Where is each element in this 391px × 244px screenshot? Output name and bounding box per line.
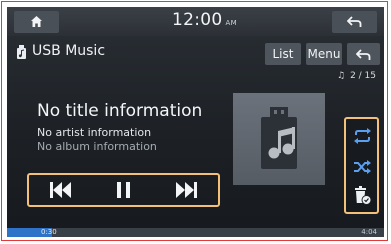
status-back-button[interactable] xyxy=(332,11,377,33)
playback-controls xyxy=(27,173,220,207)
menu-button[interactable]: Menu xyxy=(306,43,342,65)
shuffle-icon xyxy=(354,160,371,174)
elapsed-time: 0:30 xyxy=(41,228,57,236)
shuffle-button[interactable] xyxy=(352,157,373,177)
side-controls xyxy=(344,117,379,214)
status-bar: 12:00 AM xyxy=(7,7,384,36)
home-button[interactable] xyxy=(14,11,59,33)
clock: 12:00 AM xyxy=(172,10,237,30)
home-icon xyxy=(31,16,42,27)
progress-track[interactable] xyxy=(7,228,384,237)
total-time: 4:04 xyxy=(361,228,377,236)
music-note-icon: ♫ xyxy=(336,71,346,81)
back-button[interactable] xyxy=(347,43,380,65)
skip-next-icon xyxy=(176,182,197,198)
delete-button[interactable] xyxy=(352,186,373,206)
skip-previous-icon xyxy=(50,182,71,198)
previous-button[interactable] xyxy=(41,177,81,203)
screen-frame: 12:00 AM USB Music List Menu ♫ 2 / 15 No… xyxy=(1,1,388,241)
track-index: 2 / 15 xyxy=(350,71,376,81)
pause-icon xyxy=(117,182,130,198)
usb-music-icon xyxy=(17,45,26,59)
source-title: USB Music xyxy=(32,43,106,59)
clock-time: 12:00 xyxy=(172,10,223,30)
pause-button[interactable] xyxy=(103,177,143,203)
next-button[interactable] xyxy=(166,177,206,203)
repeat-icon xyxy=(354,128,371,144)
artist-name: No artist information xyxy=(37,126,152,139)
list-button[interactable]: List xyxy=(265,43,301,65)
track-counter: ♫ 2 / 15 xyxy=(337,71,376,81)
back-arrow-icon xyxy=(347,16,362,27)
usb-music-note-icon xyxy=(261,107,297,169)
clock-ampm: AM xyxy=(225,19,237,27)
album-art xyxy=(233,93,325,185)
album-name: No album information xyxy=(37,140,157,153)
song-title: No title information xyxy=(37,101,203,121)
back-arrow-icon xyxy=(356,49,371,60)
repeat-button[interactable] xyxy=(352,126,373,146)
source-header: USB Music List Menu xyxy=(7,40,384,65)
delete-file-icon xyxy=(355,186,372,205)
media-screen: 12:00 AM USB Music List Menu ♫ 2 / 15 No… xyxy=(7,7,384,237)
